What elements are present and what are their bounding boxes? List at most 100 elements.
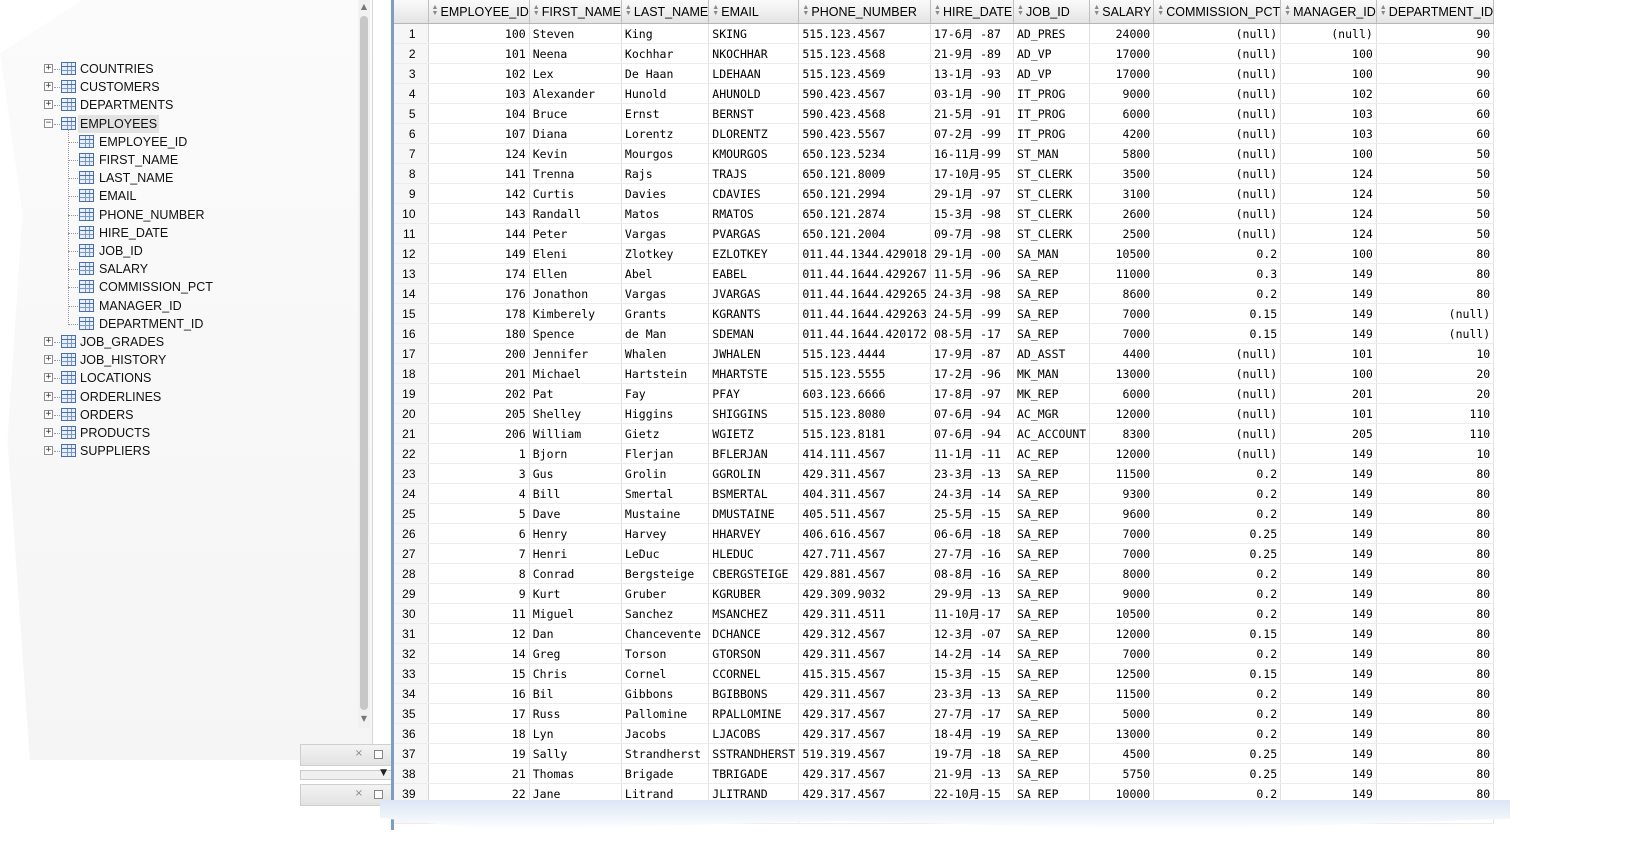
cell-employee-id[interactable]: 202 <box>428 383 530 404</box>
cell-employee-id[interactable]: 101 <box>428 43 530 64</box>
column-header-hire-date[interactable]: ▲ ▼ HIRE_DATE <box>930 0 1014 24</box>
cell-hire-date[interactable]: 23-3月 -13 <box>930 463 1014 484</box>
cell-first-name[interactable]: Kurt <box>529 583 622 604</box>
cell-first-name[interactable]: Lex <box>529 63 622 84</box>
cell-department-id[interactable]: 50 <box>1376 183 1495 204</box>
cell-phone-number[interactable]: 414.111.4567 <box>798 443 931 464</box>
sort-icon[interactable]: ▲ ▼ <box>802 4 809 17</box>
row-number[interactable]: 18 <box>394 363 429 384</box>
cell-employee-id[interactable]: 144 <box>428 223 530 244</box>
cell-department-id[interactable]: 80 <box>1376 263 1495 284</box>
cell-commission-pct[interactable]: 0.2 <box>1153 283 1282 304</box>
table-row[interactable]: 16 180 Spence de Man SDEMAN 011.44.1644.42017… <box>394 323 1495 344</box>
table-row[interactable]: 14 176 Jonathon Vargas JVARGAS 011.44.1644.42… <box>394 283 1495 304</box>
cell-first-name[interactable]: Sally <box>529 743 622 764</box>
tree-table-job-grades[interactable]: + JOB_GRADES <box>0 333 360 351</box>
cell-department-id[interactable]: 80 <box>1376 603 1495 624</box>
row-number[interactable]: 26 <box>394 523 429 544</box>
cell-phone-number[interactable]: 515.123.8080 <box>798 403 931 424</box>
table-row[interactable]: 22 1 Bjorn Flerjan BFLERJAN 414.111.4567 11-1月… <box>394 443 1495 464</box>
row-number[interactable]: 21 <box>394 423 429 444</box>
cell-employee-id[interactable]: 4 <box>428 483 530 504</box>
cell-job-id[interactable]: ST_MAN <box>1013 143 1091 164</box>
cell-salary[interactable]: 9000 <box>1089 583 1155 604</box>
cell-department-id[interactable]: 80 <box>1376 283 1495 304</box>
cell-commission-pct[interactable]: (null) <box>1153 343 1282 364</box>
row-number[interactable]: 2 <box>394 43 429 64</box>
cell-hire-date[interactable]: 18-4月 -19 <box>930 723 1014 744</box>
cell-manager-id[interactable]: 124 <box>1280 223 1377 244</box>
cell-employee-id[interactable]: 174 <box>428 263 530 284</box>
cell-job-id[interactable]: SA_REP <box>1013 583 1091 604</box>
cell-first-name[interactable]: Dan <box>529 623 622 644</box>
cell-last-name[interactable]: Gietz <box>621 423 710 444</box>
cell-salary[interactable]: 8300 <box>1089 423 1155 444</box>
row-number[interactable]: 27 <box>394 543 429 564</box>
row-number[interactable]: 35 <box>394 703 429 724</box>
cell-first-name[interactable]: Alexander <box>529 83 622 104</box>
cell-last-name[interactable]: Davies <box>621 183 710 204</box>
cell-hire-date[interactable]: 17-8月 -97 <box>930 383 1014 404</box>
cell-hire-date[interactable]: 27-7月 -17 <box>930 703 1014 724</box>
cell-last-name[interactable]: De Haan <box>621 63 710 84</box>
minimize-icon[interactable] <box>374 790 383 799</box>
cell-email[interactable]: PFAY <box>708 383 800 404</box>
cell-job-id[interactable]: MK_MAN <box>1013 363 1091 384</box>
cell-phone-number[interactable]: 404.311.4567 <box>798 483 931 504</box>
row-number[interactable]: 34 <box>394 683 429 704</box>
cell-phone-number[interactable]: 590.423.4568 <box>798 103 931 124</box>
cell-email[interactable]: KMOURGOS <box>708 143 800 164</box>
cell-email[interactable]: SKING <box>708 23 800 44</box>
cell-department-id[interactable]: 50 <box>1376 163 1495 184</box>
row-number[interactable]: 30 <box>394 603 429 624</box>
cell-email[interactable]: KGRUBER <box>708 583 800 604</box>
cell-last-name[interactable]: Flerjan <box>621 443 710 464</box>
cell-hire-date[interactable]: 29-9月 -13 <box>930 583 1014 604</box>
cell-manager-id[interactable]: 149 <box>1280 643 1377 664</box>
row-number[interactable]: 8 <box>394 163 429 184</box>
cell-salary[interactable]: 8000 <box>1089 563 1155 584</box>
cell-last-name[interactable]: Mustaine <box>621 503 710 524</box>
cell-commission-pct[interactable]: 0.15 <box>1153 623 1282 644</box>
cell-first-name[interactable]: Ellen <box>529 263 622 284</box>
cell-manager-id[interactable]: 149 <box>1280 763 1377 784</box>
cell-last-name[interactable]: Brigade <box>621 763 710 784</box>
cell-phone-number[interactable]: 650.121.2874 <box>798 203 931 224</box>
cell-email[interactable]: NKOCHHAR <box>708 43 800 64</box>
cell-commission-pct[interactable]: 0.15 <box>1153 303 1282 324</box>
cell-employee-id[interactable]: 100 <box>428 23 530 44</box>
cell-salary[interactable]: 17000 <box>1089 43 1155 64</box>
cell-hire-date[interactable]: 21-9月 -89 <box>930 43 1014 64</box>
cell-first-name[interactable]: Jonathon <box>529 283 622 304</box>
cell-phone-number[interactable]: 429.312.4567 <box>798 623 931 644</box>
cell-last-name[interactable]: King <box>621 23 710 44</box>
cell-employee-id[interactable]: 18 <box>428 723 530 744</box>
cell-commission-pct[interactable]: (null) <box>1153 403 1282 424</box>
column-header-phone-number[interactable]: ▲ ▼ PHONE_NUMBER <box>798 0 931 24</box>
cell-last-name[interactable]: Gruber <box>621 583 710 604</box>
table-row[interactable]: 27 7 Henri LeDuc HLEDUC 427.711.4567 27-7月 -16… <box>394 543 1495 564</box>
row-number[interactable]: 24 <box>394 483 429 504</box>
cell-email[interactable]: SSTRANDHERST <box>708 743 800 764</box>
cell-job-id[interactable]: SA_REP <box>1013 283 1091 304</box>
cell-first-name[interactable]: Jennifer <box>529 343 622 364</box>
cell-phone-number[interactable]: 011.44.1644.429267 <box>798 263 931 284</box>
cell-phone-number[interactable]: 011.44.1644.420172 <box>798 323 931 344</box>
cell-phone-number[interactable]: 429.317.4567 <box>798 703 931 724</box>
cell-salary[interactable]: 7000 <box>1089 323 1155 344</box>
cell-email[interactable]: GTORSON <box>708 643 800 664</box>
cell-department-id[interactable]: 60 <box>1376 123 1495 144</box>
tree-column-department-id[interactable]: DEPARTMENT_ID <box>0 315 360 333</box>
cell-hire-date[interactable]: 06-6月 -18 <box>930 523 1014 544</box>
cell-job-id[interactable]: ST_CLERK <box>1013 203 1091 224</box>
cell-email[interactable]: DCHANCE <box>708 623 800 644</box>
table-row[interactable]: 9 142 Curtis Davies CDAVIES 650.121.2994 29-1月… <box>394 183 1495 204</box>
table-row[interactable]: 29 9 Kurt Gruber KGRUBER 429.309.9032 29-9月 -1… <box>394 583 1495 604</box>
cell-last-name[interactable]: Higgins <box>621 403 710 424</box>
cell-manager-id[interactable]: 149 <box>1280 283 1377 304</box>
tree-column-manager-id[interactable]: MANAGER_ID <box>0 297 360 315</box>
table-row[interactable]: 31 12 Dan Chancevente DCHANCE 429.312.4567 12-… <box>394 623 1495 644</box>
expand-icon[interactable]: + <box>44 428 53 437</box>
cell-salary[interactable]: 5750 <box>1089 763 1155 784</box>
cell-department-id[interactable]: 80 <box>1376 643 1495 664</box>
